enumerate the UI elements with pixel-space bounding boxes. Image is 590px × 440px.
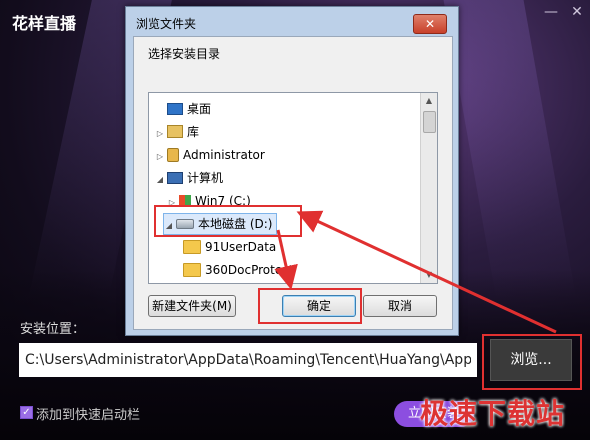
close-icon[interactable]: ✕ bbox=[566, 4, 588, 22]
install-location-label: 安装位置： bbox=[20, 322, 86, 337]
cancel-button[interactable]: 取消 bbox=[363, 295, 437, 317]
minimize-icon[interactable]: — bbox=[540, 4, 562, 22]
dialog-title: 浏览文件夹 bbox=[136, 17, 197, 31]
folder-tree[interactable]: 桌面 ▷ 库 ▷ Administrator ◢ 计算机 ▷ Win7 (C:) ◢ 本地… bbox=[148, 92, 438, 284]
quick-launch-label: 添加到快速启动栏 bbox=[36, 408, 141, 423]
tree-item-administrator[interactable]: ▷ Administrator bbox=[155, 145, 265, 165]
dialog-close-button[interactable]: ✕ bbox=[413, 14, 447, 34]
expander-icon[interactable]: ▷ bbox=[155, 147, 165, 167]
new-folder-button[interactable]: 新建文件夹(M) bbox=[148, 295, 236, 317]
app-title: 花样直播 bbox=[12, 14, 77, 33]
tree-item-360docprotect[interactable]: 360DocProtect bbox=[183, 260, 294, 280]
folder-icon bbox=[183, 262, 201, 277]
scroll-up-icon[interactable]: ▲ bbox=[421, 93, 437, 109]
install-path-input[interactable] bbox=[19, 343, 477, 377]
library-icon bbox=[167, 125, 183, 138]
browse-folder-dialog: 浏览文件夹 ✕ 选择安装目录 桌面 ▷ 库 ▷ Administrator ◢ 计算机… bbox=[125, 6, 459, 336]
browse-button[interactable]: 浏览... bbox=[490, 339, 572, 381]
tree-item-label: Administrator bbox=[183, 148, 265, 162]
tree-item-91userdata[interactable]: 91UserData bbox=[183, 237, 276, 257]
dialog-prompt: 选择安装目录 bbox=[148, 47, 221, 61]
tree-item-computer[interactable]: ◢ 计算机 bbox=[155, 168, 223, 188]
tree-scrollbar[interactable]: ▲ ▼ bbox=[420, 93, 437, 283]
tree-item-desktop[interactable]: 桌面 bbox=[155, 99, 211, 119]
scroll-down-icon[interactable]: ▼ bbox=[421, 267, 437, 283]
scroll-thumb[interactable] bbox=[423, 111, 436, 133]
computer-icon bbox=[167, 171, 183, 184]
expander-icon[interactable]: ▷ bbox=[155, 124, 165, 144]
annotation-box-drive bbox=[154, 205, 302, 237]
tree-item-label: 91UserData bbox=[205, 240, 277, 254]
tree-item-label: 桌面 bbox=[187, 102, 212, 116]
folder-icon bbox=[183, 239, 201, 254]
tree-item-label: 360DocProtect bbox=[205, 263, 294, 277]
annotation-box-ok bbox=[258, 288, 362, 324]
expander-icon[interactable]: ◢ bbox=[155, 170, 165, 190]
user-folder-icon bbox=[167, 147, 179, 162]
watermark: 极速下载站 bbox=[420, 397, 566, 430]
tree-item-label: 库 bbox=[187, 125, 200, 139]
desktop-icon bbox=[167, 102, 183, 115]
dialog-body: 选择安装目录 桌面 ▷ 库 ▷ Administrator ◢ 计算机 ▷ Win7 (… bbox=[133, 36, 453, 330]
tree-item-label: 计算机 bbox=[187, 171, 224, 185]
tree-item-library[interactable]: ▷ 库 bbox=[155, 122, 199, 142]
quick-launch-checkbox[interactable]: ✓ bbox=[20, 406, 33, 419]
